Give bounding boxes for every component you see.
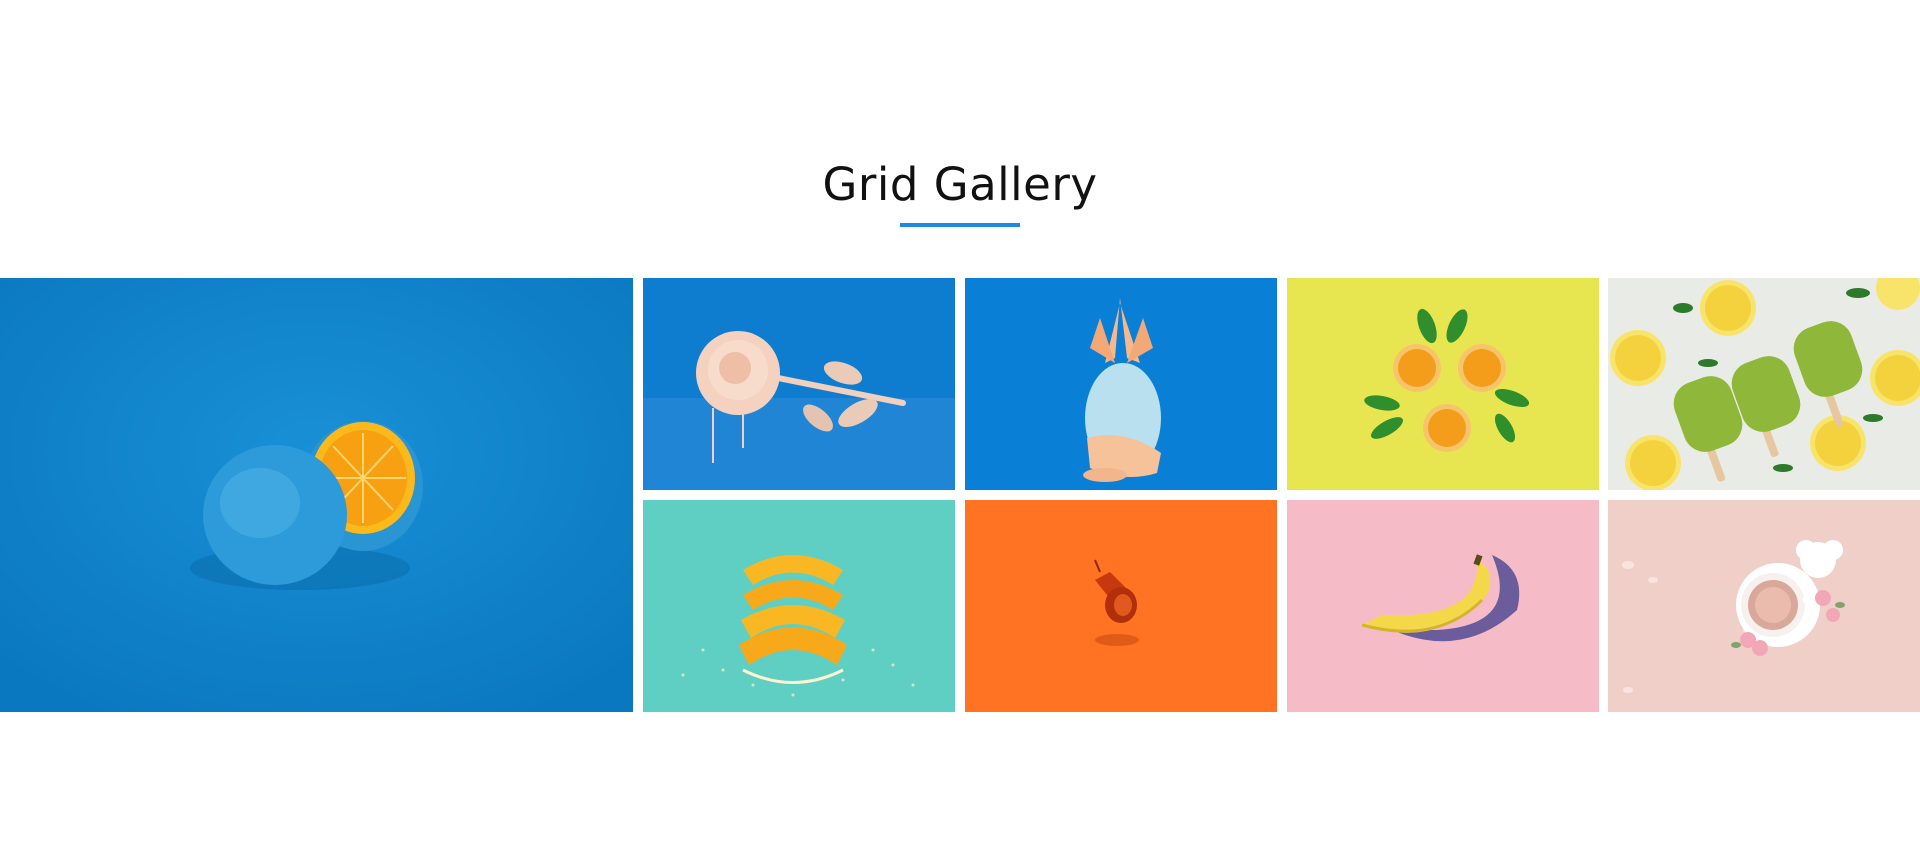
heading: Grid Gallery — [0, 155, 1920, 215]
gallery-image-pineapple[interactable] — [965, 278, 1277, 490]
image-grid — [0, 278, 1920, 712]
gallery-image-megaphone[interactable] — [965, 500, 1277, 712]
gallery-image-orange-slices[interactable] — [1287, 278, 1599, 490]
gallery-page: Grid Gallery — [0, 0, 1920, 850]
gallery-image-blue-orange[interactable] — [0, 278, 633, 712]
gallery-image-popsicles[interactable] — [1608, 278, 1920, 490]
gallery-image-rose[interactable] — [643, 278, 955, 490]
page-title: Grid Gallery — [822, 158, 1098, 211]
gallery-image-orange-wedges[interactable] — [643, 500, 955, 712]
gallery-image-coffee[interactable] — [1608, 500, 1920, 712]
gallery-image-banana[interactable] — [1287, 500, 1599, 712]
title-underline — [900, 223, 1020, 227]
